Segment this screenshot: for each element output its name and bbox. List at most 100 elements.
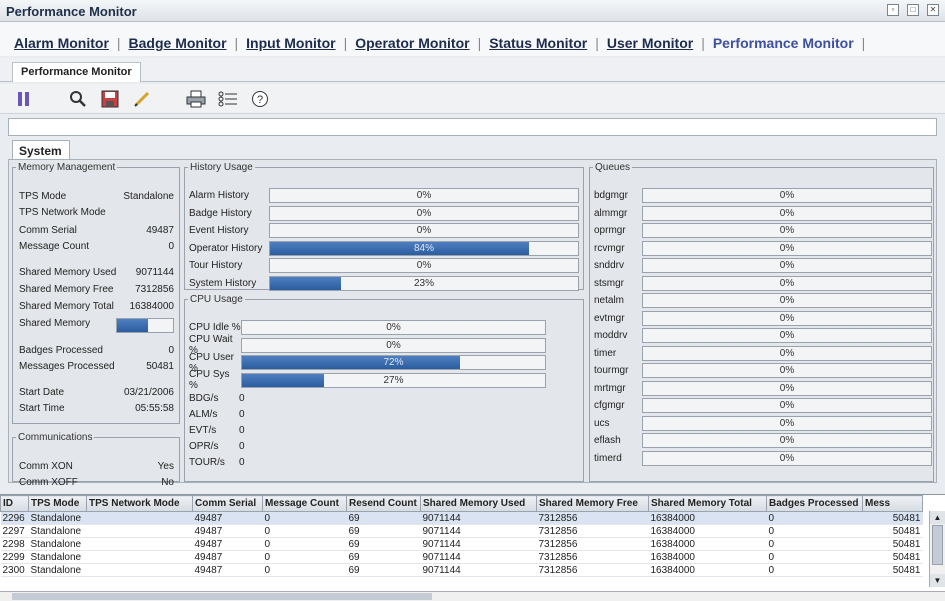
queue-label: snddrv bbox=[594, 260, 625, 271]
table-row[interactable]: 2299 Standalone 49487 0 69 9071144 7312856 1638… bbox=[0, 550, 923, 564]
start-date-label: Start Date bbox=[19, 387, 65, 398]
help-icon[interactable]: ? bbox=[250, 89, 270, 109]
history-percent: 0% bbox=[416, 207, 432, 219]
queue-bar: 0% bbox=[642, 363, 932, 378]
tab-system[interactable]: System bbox=[12, 140, 70, 160]
column-header[interactable]: ID bbox=[0, 495, 29, 512]
nav-link-operator-monitor[interactable]: Operator Monitor bbox=[355, 35, 469, 51]
shm-total-row: Shared Memory Total 16384000 bbox=[19, 301, 174, 312]
horizontal-scrollbar[interactable] bbox=[0, 591, 945, 601]
history-percent: 23% bbox=[413, 277, 434, 289]
nav-link-input-monitor[interactable]: Input Monitor bbox=[246, 35, 335, 51]
save-icon[interactable] bbox=[100, 89, 120, 109]
start-time-row: Start Time 05:55:58 bbox=[19, 403, 174, 414]
window-title: Performance Monitor bbox=[6, 4, 137, 19]
cpu-bar: 27% bbox=[241, 372, 546, 388]
queue-row: ucs 0% bbox=[594, 415, 932, 432]
nav-link-badge-monitor[interactable]: Badge Monitor bbox=[129, 35, 227, 51]
history-label: Alarm History bbox=[189, 190, 250, 201]
queue-label: netalm bbox=[594, 295, 625, 306]
tps-mode-value: Standalone bbox=[123, 191, 174, 202]
nav-link-user-monitor[interactable]: User Monitor bbox=[607, 35, 693, 51]
queue-percent: 0% bbox=[779, 347, 795, 359]
history-label: System History bbox=[189, 277, 257, 289]
queue-label: tourmgr bbox=[594, 365, 629, 376]
table-row[interactable]: 2300 Standalone 49487 0 69 9071144 7312856 1638… bbox=[0, 563, 923, 577]
performance-grid: ID TPS Mode TPS Network Mode Comm Serial Mes… bbox=[0, 495, 923, 577]
start-date-row: Start Date 03/21/2006 bbox=[19, 387, 174, 398]
table-cell: 2299 bbox=[0, 550, 29, 564]
vertical-scroll-thumb[interactable] bbox=[932, 525, 943, 565]
queue-row: tourmgr 0% bbox=[594, 362, 932, 379]
maximize-icon[interactable]: □ bbox=[907, 4, 919, 16]
queue-row: eflash 0% bbox=[594, 432, 932, 449]
start-date-value: 03/21/2006 bbox=[123, 387, 174, 398]
queue-bar: 0% bbox=[642, 433, 932, 448]
table-row[interactable]: 2296 Standalone 49487 0 69 9071144 7312856 1638… bbox=[0, 511, 923, 525]
search-icon[interactable] bbox=[68, 89, 88, 109]
column-header[interactable]: Comm Serial bbox=[192, 495, 263, 512]
cpu-stat-label: TOUR/s bbox=[189, 457, 225, 468]
queue-bar: 0% bbox=[642, 205, 932, 221]
comm-serial-value: 49487 bbox=[146, 225, 174, 236]
scroll-up-icon[interactable]: ▲ bbox=[930, 511, 945, 524]
table-row[interactable]: 2298 Standalone 49487 0 69 9071144 7312856 1638… bbox=[0, 537, 923, 551]
cpu-stat-value: 0 bbox=[239, 457, 245, 468]
tab-performance-monitor[interactable]: Performance Monitor bbox=[12, 62, 141, 82]
table-cell: 69 bbox=[346, 524, 421, 538]
column-header[interactable]: TPS Mode bbox=[28, 495, 87, 512]
column-header[interactable]: Shared Memory Used bbox=[420, 495, 537, 512]
queue-bar: 0% bbox=[642, 258, 932, 273]
shm-bar-fill bbox=[117, 319, 148, 332]
cpu-row: CPU Idle % 0% bbox=[189, 319, 546, 336]
table-cell: 50481 bbox=[862, 563, 923, 577]
cpu-percent: 0% bbox=[386, 322, 401, 333]
status-field[interactable] bbox=[8, 118, 937, 136]
column-header[interactable]: Mess bbox=[862, 495, 923, 512]
queue-bar: 0% bbox=[642, 398, 932, 413]
column-header[interactable]: Shared Memory Free bbox=[536, 495, 649, 512]
tab-strip: Performance Monitor bbox=[0, 58, 945, 82]
queue-percent: 0% bbox=[779, 435, 795, 446]
tps-mode-row: TPS Mode Standalone bbox=[19, 191, 174, 202]
nav-link-performance-monitor[interactable]: Performance Monitor bbox=[713, 35, 854, 51]
table-cell: 49487 bbox=[192, 537, 263, 551]
nav-link-status-monitor[interactable]: Status Monitor bbox=[489, 35, 587, 51]
column-header[interactable]: Resend Count bbox=[346, 495, 421, 512]
close-icon[interactable]: ✕ bbox=[927, 4, 939, 16]
print-icon[interactable] bbox=[186, 89, 206, 109]
list-icon[interactable] bbox=[218, 89, 238, 109]
queue-label: rcvmgr bbox=[594, 242, 625, 254]
nav-link-alarm-monitor[interactable]: Alarm Monitor bbox=[14, 35, 109, 51]
table-cell: 2300 bbox=[0, 563, 29, 577]
scroll-down-icon[interactable]: ▼ bbox=[930, 574, 945, 587]
history-percent: 84% bbox=[413, 242, 434, 254]
queue-row: rcvmgr 0% bbox=[594, 240, 932, 257]
queue-row: cfgmgr 0% bbox=[594, 397, 932, 414]
vertical-scrollbar[interactable]: ▲ ▼ bbox=[929, 511, 945, 587]
column-header[interactable]: Badges Processed bbox=[766, 495, 863, 512]
tps-mode-label: TPS Mode bbox=[19, 191, 67, 202]
history-row: Alarm History 0% bbox=[189, 187, 579, 204]
queue-row: snddrv 0% bbox=[594, 257, 932, 274]
cpu-stat-label: OPR/s bbox=[189, 441, 219, 452]
table-row[interactable]: 2297 Standalone 49487 0 69 9071144 7312856 1638… bbox=[0, 524, 923, 538]
column-header[interactable]: TPS Network Mode bbox=[86, 495, 193, 512]
nav-separator: | bbox=[477, 35, 482, 51]
pause-icon[interactable] bbox=[14, 89, 34, 109]
restore-icon[interactable]: ▫ bbox=[887, 4, 899, 16]
table-cell: 0 bbox=[766, 537, 863, 551]
performance-table: ID TPS Mode TPS Network Mode Comm Serial Mes… bbox=[0, 494, 945, 601]
shm-free-label: Shared Memory Free bbox=[19, 284, 114, 295]
queue-bar: 0% bbox=[642, 380, 932, 396]
column-header[interactable]: Message Count bbox=[262, 495, 347, 512]
edit-icon[interactable] bbox=[132, 89, 152, 109]
table-body: 2296 Standalone 49487 0 69 9071144 7312856 1638… bbox=[0, 511, 923, 577]
table-cell bbox=[86, 524, 193, 538]
queue-label: bdgmgr bbox=[594, 190, 628, 201]
table-cell: 69 bbox=[346, 550, 421, 564]
column-header[interactable]: Shared Memory Total bbox=[648, 495, 767, 512]
horizontal-scroll-thumb[interactable] bbox=[12, 593, 432, 600]
tps-network-mode-label: TPS Network Mode bbox=[19, 207, 106, 218]
cpu-row: CPU User % 72% bbox=[189, 352, 546, 374]
